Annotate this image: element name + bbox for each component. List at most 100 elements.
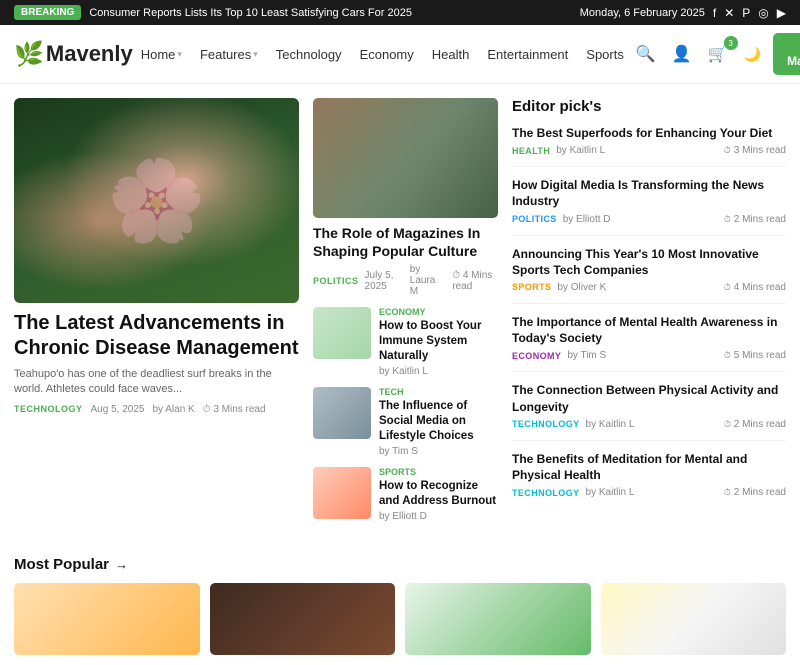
logo: 🌿 Mavenly	[14, 40, 133, 69]
hero-date: Aug 5, 2025	[91, 404, 145, 415]
featured-tag[interactable]: POLITICS	[313, 276, 359, 286]
pick-6-author: by Kaitlin L	[586, 487, 635, 498]
small-article-1-image	[313, 307, 371, 359]
small-article-2-title: The Influence of Social Media on Lifesty…	[379, 399, 498, 444]
pick-3-title: Announcing This Year's 10 Most Innovativ…	[512, 246, 786, 278]
featured-image	[313, 98, 498, 218]
pick-item-4: The Importance of Mental Health Awarenes…	[512, 314, 786, 372]
small-article-1-meta: by Kaitlin L	[379, 366, 498, 377]
featured-article: The Role of Magazines In Shaping Popular…	[313, 98, 498, 297]
pick-1-author: by Kaitlin L	[556, 145, 605, 156]
hero-tag[interactable]: Technology	[14, 404, 83, 414]
pick-4-tag[interactable]: ECONOMY	[512, 351, 561, 361]
pick-3-author: by Oliver K	[557, 282, 606, 293]
dark-mode-button[interactable]: 🌙	[740, 44, 765, 65]
pick-6-meta: TECHNOLOGY by Kaitlin L ⏱2 Mins read	[512, 487, 786, 498]
small-article-3-meta: by Elliott D	[379, 511, 498, 522]
youtube-icon[interactable]: ▶	[777, 6, 786, 20]
small-article-3: SPORTS How to Recognize and Address Burn…	[313, 467, 498, 522]
small-article-1-content: ECONOMY How to Boost Your Immune System …	[379, 307, 498, 377]
pick-6-tag[interactable]: TECHNOLOGY	[512, 488, 580, 498]
popular-grid	[14, 583, 786, 655]
hero-text: The Latest Advancements in Chronic Disea…	[14, 311, 299, 415]
logo-icon: 🌿	[14, 40, 44, 69]
small-article-1-tag[interactable]: ECONOMY	[379, 307, 498, 317]
pick-3-tag[interactable]: SPORTS	[512, 282, 551, 292]
small-article-2-tag[interactable]: TECH	[379, 387, 498, 397]
top-bar-left: Breaking Consumer Reports Lists Its Top …	[14, 5, 412, 20]
cart-button[interactable]: 🛒3	[704, 42, 732, 66]
instagram-icon[interactable]: ◎	[758, 6, 768, 20]
middle-column: The Role of Magazines In Shaping Popular…	[313, 98, 498, 532]
pick-item-1: The Best Superfoods for Enhancing Your D…	[512, 125, 786, 167]
most-popular-arrow[interactable]: →	[115, 557, 128, 572]
chevron-icon: ▾	[177, 49, 182, 60]
pick-item-6: The Benefits of Meditation for Mental an…	[512, 451, 786, 508]
content-area: 🌸 The Latest Advancements in Chronic Dis…	[0, 84, 800, 546]
chevron-icon: ▾	[253, 49, 258, 60]
small-article-3-tag[interactable]: SPORTS	[379, 467, 498, 477]
nav-economy[interactable]: Economy	[352, 43, 422, 66]
pick-5-read-time: ⏱2 Mins read	[724, 419, 786, 430]
editor-picks-title: Editor pick's	[512, 98, 786, 115]
search-button[interactable]: 🔍	[632, 42, 660, 66]
pick-2-title: How Digital Media Is Transforming the Ne…	[512, 177, 786, 209]
featured-read-time: ⏱ 4 Mins read	[452, 270, 498, 292]
pick-2-tag[interactable]: POLITICS	[512, 214, 557, 224]
hero-description: Teahupo'o has one of the deadliest surf …	[14, 367, 299, 398]
hero-decoration: 🌸	[14, 98, 299, 303]
featured-author: by Laura M	[410, 264, 446, 297]
nav-health[interactable]: Health	[424, 43, 478, 66]
pick-3-read-time: ⏱4 Mins read	[724, 282, 786, 293]
hero-author: by Alan K	[152, 404, 194, 415]
editor-picks: Editor pick's The Best Superfoods for En…	[512, 98, 786, 532]
small-article-2-meta: by Tim S	[379, 446, 498, 457]
nav-sports[interactable]: Sports	[578, 43, 632, 66]
pick-5-author: by Kaitlin L	[586, 419, 635, 430]
popular-item-4	[601, 583, 787, 655]
pick-5-tag[interactable]: TECHNOLOGY	[512, 419, 580, 429]
pick-item-3: Announcing This Year's 10 Most Innovativ…	[512, 246, 786, 304]
facebook-icon[interactable]: f	[713, 6, 716, 20]
most-popular-section: Most Popular →	[0, 546, 800, 665]
nav-entertainment[interactable]: Entertainment	[479, 43, 576, 66]
small-article-3-title: How to Recognize and Address Burnout	[379, 479, 498, 509]
hero-image: 🌸	[14, 98, 299, 303]
twitter-icon[interactable]: ✕	[724, 6, 734, 20]
navbar: 🌿 Mavenly Home ▾ Features ▾ Technology E…	[0, 25, 800, 84]
featured-image-inner	[313, 98, 498, 218]
pick-4-read-time: ⏱5 Mins read	[724, 350, 786, 361]
logo-text: Mavenly	[46, 41, 133, 67]
social-icons: f ✕ P ◎ ▶	[713, 6, 786, 20]
pick-6-read-time: ⏱2 Mins read	[724, 487, 786, 498]
pinterest-icon[interactable]: P	[742, 6, 750, 20]
cart-count: 3	[724, 36, 738, 50]
hero-section: 🌸 The Latest Advancements in Chronic Dis…	[14, 98, 299, 532]
hero-meta: Technology Aug 5, 2025 by Alan K ⏱ 3 Min…	[14, 404, 299, 415]
pick-4-meta: ECONOMY by Tim S ⏱5 Mins read	[512, 350, 786, 361]
breaking-badge: Breaking	[14, 5, 81, 20]
small-article-3-image	[313, 467, 371, 519]
pick-4-title: The Importance of Mental Health Awarenes…	[512, 314, 786, 346]
small-article-1-title: How to Boost Your Immune System Naturall…	[379, 319, 498, 364]
featured-date: July 5, 2025	[365, 270, 404, 292]
small-article-1: ECONOMY How to Boost Your Immune System …	[313, 307, 498, 377]
user-button[interactable]: 👤	[668, 42, 696, 66]
top-bar-right: Monday, 6 February 2025 f ✕ P ◎ ▶	[580, 6, 786, 20]
nav-technology[interactable]: Technology	[268, 43, 350, 66]
nav-features[interactable]: Features ▾	[192, 43, 266, 66]
popular-item-1	[14, 583, 200, 655]
small-article-2-image	[313, 387, 371, 439]
nav-links: Home ▾ Features ▾ Technology Economy Hea…	[133, 43, 632, 66]
featured-meta: POLITICS July 5, 2025 by Laura M ⏱ 4 Min…	[313, 264, 498, 297]
buy-button[interactable]: Buy Magazin	[773, 33, 800, 75]
pick-5-title: The Connection Between Physical Activity…	[512, 382, 786, 414]
pick-4-author: by Tim S	[567, 350, 606, 361]
small-article-3-content: SPORTS How to Recognize and Address Burn…	[379, 467, 498, 522]
small-article-2: TECH The Influence of Social Media on Li…	[313, 387, 498, 457]
nav-home[interactable]: Home ▾	[133, 43, 190, 66]
pick-1-meta: HEALTH by Kaitlin L ⏱3 Mins read	[512, 145, 786, 156]
pick-1-tag[interactable]: HEALTH	[512, 146, 550, 156]
pick-1-read-time: ⏱3 Mins read	[724, 145, 786, 156]
breaking-text: Consumer Reports Lists Its Top 10 Least …	[89, 7, 412, 19]
